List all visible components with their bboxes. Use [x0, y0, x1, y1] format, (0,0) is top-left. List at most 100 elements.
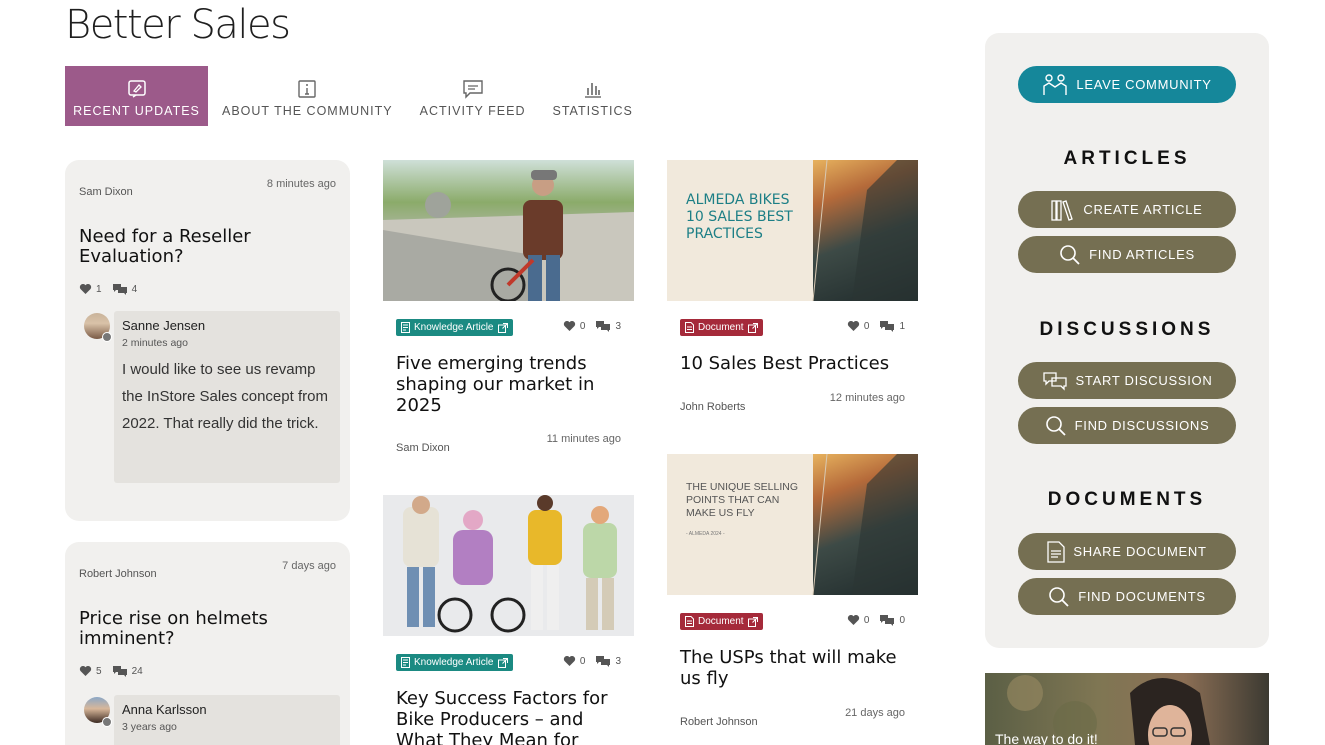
author-name: Robert Johnson [79, 568, 157, 580]
heart-icon [563, 320, 576, 331]
books-icon [1051, 199, 1074, 221]
discussion-title[interactable]: Need for a Reseller Evaluation? [79, 227, 299, 267]
author-name: Robert Johnson [680, 716, 758, 728]
tag-label: Document [698, 616, 744, 627]
timestamp: 21 days ago [845, 707, 905, 719]
tile-stats: 0 0 [847, 614, 905, 626]
discussion-title[interactable]: Price rise on helmets imminent? [79, 609, 299, 649]
building-graphic [812, 454, 918, 595]
author-name: Sam Dixon [79, 186, 133, 198]
tab-statistics[interactable]: STATISTICS [539, 66, 645, 126]
find-articles-button[interactable]: FIND ARTICLES [1018, 236, 1236, 273]
tile-image[interactable]: THE UNIQUE SELLING POINTS THAT CAN MAKE … [667, 454, 918, 595]
timestamp: 11 minutes ago [546, 433, 621, 445]
comment-count: 3 [615, 320, 621, 332]
image-caption: ALMEDA BIKES 10 SALES BEST PRACTICES [686, 192, 793, 242]
comments-icon [880, 615, 895, 626]
tab-label: ACTIVITY FEED [419, 104, 526, 118]
like-count: 5 [96, 665, 102, 677]
tile-image[interactable] [383, 160, 634, 301]
leave-community-button[interactable]: LEAVE COMMUNITY [1018, 66, 1236, 103]
heart-icon [79, 665, 92, 676]
tile-stats: 0 1 [847, 320, 905, 332]
timestamp: 8 minutes ago [266, 178, 336, 190]
tag-label: Knowledge Article [414, 657, 494, 668]
tile-title[interactable]: Key Success Factors for Bike Producers –… [396, 688, 621, 745]
reply-author: Anna Karlsson [122, 702, 207, 717]
tab-label: ABOUT THE COMMUNITY [222, 104, 393, 118]
timestamp: 12 minutes ago [829, 392, 905, 404]
photo-group [403, 495, 617, 633]
document-icon [685, 616, 694, 627]
discussion-stats: 5 24 [79, 665, 143, 677]
find-documents-button[interactable]: FIND DOCUMENTS [1018, 578, 1236, 615]
section-heading-discussions: DISCUSSIONS [1039, 319, 1215, 340]
external-link-icon [497, 322, 508, 333]
discussion-card[interactable]: Sam Dixon 8 minutes ago Need for a Resel… [65, 160, 350, 521]
tab-about-the-community[interactable]: ABOUT THE COMMUNITY [209, 66, 406, 126]
comments-icon [112, 666, 127, 677]
tag-label: Document [698, 322, 744, 333]
tag-knowledge-article[interactable]: Knowledge Article [396, 654, 513, 671]
button-label: SHARE DOCUMENT [1073, 544, 1207, 559]
tag-document[interactable]: Document [680, 319, 763, 336]
like-count: 0 [863, 320, 870, 332]
reply-author: Sanne Jensen [122, 318, 206, 333]
tab-activity-feed[interactable]: ACTIVITY FEED [407, 66, 539, 126]
section-heading-documents: DOCUMENTS [1047, 489, 1207, 510]
tab-bar: RECENT UPDATES ABOUT THE COMMUNITY ACTIV… [65, 66, 647, 126]
tag-knowledge-article[interactable]: Knowledge Article [396, 319, 513, 336]
photo-cyclist [383, 170, 634, 301]
promo-text: The way to do it! [995, 731, 1098, 745]
tab-recent-updates[interactable]: RECENT UPDATES [65, 66, 208, 126]
promo-banner[interactable]: The way to do it! [985, 673, 1269, 745]
section-heading-articles: ARTICLES [1063, 148, 1191, 169]
people-icon [1043, 73, 1068, 95]
button-label: LEAVE COMMUNITY [1076, 77, 1212, 92]
comment-icon [462, 80, 483, 99]
reply-time: 2 minutes ago [122, 337, 188, 349]
external-link-icon [497, 657, 508, 668]
comments-icon [880, 321, 895, 332]
avatar-status-icon [102, 332, 112, 342]
tab-label: STATISTICS [552, 104, 633, 118]
tag-label: Knowledge Article [414, 322, 494, 333]
search-icon [1045, 415, 1066, 436]
comments-icon [596, 656, 611, 667]
button-label: FIND DISCUSSIONS [1074, 418, 1210, 433]
document-icon [685, 322, 694, 333]
share-document-button[interactable]: SHARE DOCUMENT [1018, 533, 1236, 570]
tile-image[interactable] [383, 495, 634, 636]
content-tile[interactable]: THE UNIQUE SELLING POINTS THAT CAN MAKE … [667, 454, 918, 728]
tag-document[interactable]: Document [680, 613, 763, 630]
tile-title[interactable]: 10 Sales Best Practices [680, 353, 905, 374]
tile-title[interactable]: The USPs that will make us fly [680, 647, 905, 689]
tile-title[interactable]: Five emerging trends shaping our market … [396, 353, 606, 416]
content-tile[interactable]: Knowledge Article 0 3 Key Success Factor… [383, 495, 634, 745]
start-discussion-button[interactable]: START DISCUSSION [1018, 362, 1236, 399]
button-label: START DISCUSSION [1075, 373, 1213, 388]
tile-stats: 0 3 [563, 320, 621, 332]
button-label: CREATE ARTICLE [1083, 202, 1203, 217]
article-icon [401, 322, 410, 333]
comment-count: 0 [899, 614, 905, 626]
external-link-icon [747, 616, 758, 627]
like-count: 0 [863, 614, 870, 626]
edit-note-icon [127, 80, 146, 98]
comments-icon [596, 321, 611, 332]
create-article-button[interactable]: CREATE ARTICLE [1018, 191, 1236, 228]
discussion-card[interactable]: Robert Johnson 7 days ago Price rise on … [65, 542, 350, 745]
document-icon [1047, 540, 1065, 563]
bar-chart-icon [584, 83, 601, 98]
search-icon [1060, 244, 1080, 265]
timestamp: 7 days ago [282, 560, 336, 572]
content-tile[interactable]: ALMEDA BIKES 10 SALES BEST PRACTICES Doc… [667, 160, 918, 413]
tile-image[interactable]: ALMEDA BIKES 10 SALES BEST PRACTICES [667, 160, 918, 301]
content-tile[interactable]: Knowledge Article 0 3 Five emerging tren… [383, 160, 634, 454]
avatar-status-icon [102, 717, 112, 727]
comment-count: 3 [615, 655, 621, 667]
find-discussions-button[interactable]: FIND DISCUSSIONS [1018, 407, 1236, 444]
article-icon [401, 657, 410, 668]
info-icon [298, 80, 317, 98]
discussion-stats: 1 4 [79, 283, 137, 295]
